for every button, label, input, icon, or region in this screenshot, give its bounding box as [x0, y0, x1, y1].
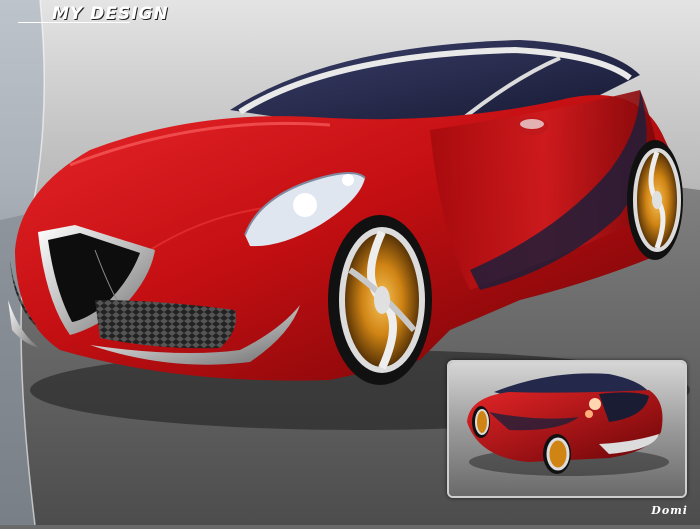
inset-car-render [449, 362, 685, 496]
inset-car-image [447, 360, 687, 498]
wallpaper-canvas: MY DESIGN Domi [0, 0, 700, 526]
page-title: MY DESIGN [52, 4, 169, 24]
artist-signature: Domi [651, 504, 688, 517]
